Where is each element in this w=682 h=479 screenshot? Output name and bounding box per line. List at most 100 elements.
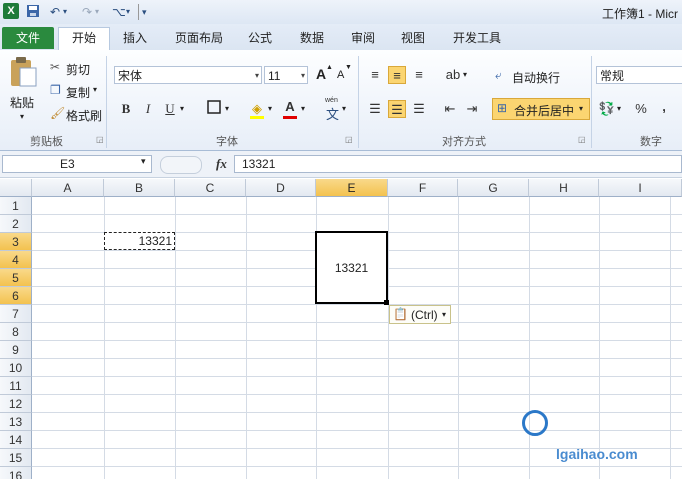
tab-formulas[interactable]: 公式 <box>240 28 280 50</box>
row-header-13[interactable]: 13 <box>0 413 32 431</box>
copy-button[interactable]: 复制 <box>66 84 90 101</box>
orientation-dropdown-icon[interactable]: ▾ <box>463 70 467 79</box>
bold-button[interactable]: B <box>117 100 135 118</box>
merge-dropdown-icon[interactable]: ▾ <box>579 104 583 113</box>
formula-input[interactable] <box>234 155 682 173</box>
column-header-i[interactable]: I <box>599 179 682 197</box>
tab-insert[interactable]: 插入 <box>115 28 155 50</box>
name-box[interactable] <box>2 155 152 173</box>
align-right-icon[interactable]: ☰ <box>410 100 428 118</box>
accounting-format-icon[interactable]: 💱 <box>598 100 616 118</box>
percent-button[interactable]: % <box>632 100 650 118</box>
border-icon[interactable] <box>205 100 223 118</box>
align-middle-icon[interactable]: ≡ <box>388 66 406 84</box>
phonetic-label: wén <box>325 97 338 104</box>
row-header-11[interactable]: 11 <box>0 377 32 395</box>
row-header-5[interactable]: 5 <box>0 269 32 287</box>
font-name-select[interactable]: 宋体 ▾ <box>114 66 262 84</box>
alignment-launcher-icon[interactable]: ◲ <box>578 135 586 144</box>
align-top-icon[interactable]: ≡ <box>366 66 384 84</box>
tab-home[interactable]: 开始 <box>58 27 110 50</box>
font-color-dropdown-icon[interactable]: ▾ <box>301 104 305 113</box>
worksheet-grid[interactable]: A B C D E F G H I 1 2 3 4 5 6 7 8 9 10 1… <box>0 179 682 479</box>
row-header-4[interactable]: 4 <box>0 251 32 269</box>
underline-button[interactable]: U <box>161 100 179 118</box>
row-header-12[interactable]: 12 <box>0 395 32 413</box>
formula-bar-expander[interactable] <box>160 156 202 174</box>
row-header-1[interactable]: 1 <box>0 197 32 215</box>
custom-command-icon[interactable]: ⌥ <box>112 4 126 20</box>
tab-view[interactable]: 视图 <box>393 28 433 50</box>
paste-dropdown-icon[interactable]: ▾ <box>20 112 24 121</box>
name-box-dropdown-icon[interactable]: ▾ <box>141 156 146 167</box>
format-painter-icon[interactable]: 🖌 <box>50 106 65 120</box>
comma-button[interactable]: , <box>655 98 673 116</box>
font-color-icon[interactable]: A <box>281 98 299 116</box>
row-header-6[interactable]: 6 <box>0 287 32 305</box>
row-header-10[interactable]: 10 <box>0 359 32 377</box>
increase-indent-icon[interactable]: ⇥ <box>463 100 481 118</box>
align-center-icon[interactable]: ☰ <box>388 100 406 118</box>
column-header-e[interactable]: E <box>316 179 388 197</box>
wrap-text-icon[interactable]: ⤶ <box>495 68 502 83</box>
paste-button[interactable]: 粘贴 <box>10 94 34 111</box>
tab-developer[interactable]: 开发工具 <box>447 28 507 50</box>
accounting-dropdown-icon[interactable]: ▾ <box>617 104 621 113</box>
redo-dropdown-icon[interactable]: ▾ <box>95 4 99 20</box>
save-icon[interactable] <box>26 4 40 20</box>
underline-dropdown-icon[interactable]: ▾ <box>180 104 184 113</box>
gridline <box>32 340 682 341</box>
clipboard-launcher-icon[interactable]: ◲ <box>96 135 104 144</box>
custom-command-dropdown-icon[interactable]: ▾ <box>126 4 130 20</box>
tab-review[interactable]: 审阅 <box>343 28 383 50</box>
row-header-9[interactable]: 9 <box>0 341 32 359</box>
wrap-text-button[interactable]: 自动换行 <box>512 69 560 86</box>
row-header-15[interactable]: 15 <box>0 449 32 467</box>
copy-dropdown-icon[interactable]: ▾ <box>93 85 97 94</box>
font-launcher-icon[interactable]: ◲ <box>345 135 353 144</box>
column-header-b[interactable]: B <box>104 179 175 197</box>
cut-icon[interactable]: ✂ <box>50 60 60 74</box>
watermark-logo-icon <box>522 410 548 436</box>
column-header-d[interactable]: D <box>246 179 316 197</box>
merge-center-icon: ⊞ <box>497 101 508 115</box>
format-painter-button[interactable]: 格式刷 <box>66 107 102 124</box>
tab-file[interactable]: 文件 <box>2 27 54 49</box>
row-header-8[interactable]: 8 <box>0 323 32 341</box>
column-header-g[interactable]: G <box>458 179 529 197</box>
row-header-2[interactable]: 2 <box>0 215 32 233</box>
shrink-font-button[interactable]: A <box>337 69 344 81</box>
phonetic-dropdown-icon[interactable]: ▾ <box>342 104 346 113</box>
insert-function-icon[interactable]: fx <box>216 156 227 172</box>
undo-dropdown-icon[interactable]: ▾ <box>63 4 67 20</box>
font-size-select[interactable]: 11 ▾ <box>264 66 308 84</box>
decrease-indent-icon[interactable]: ⇤ <box>441 100 459 118</box>
fill-dropdown-icon[interactable]: ▾ <box>268 104 272 113</box>
tab-page-layout[interactable]: 页面布局 <box>168 28 230 50</box>
row-header-7[interactable]: 7 <box>0 305 32 323</box>
redo-icon[interactable]: ↷ <box>82 4 92 20</box>
column-header-c[interactable]: C <box>175 179 246 197</box>
clipboard-group-label: 剪贴板 <box>30 136 63 148</box>
paste-icon[interactable] <box>8 56 40 88</box>
number-format-select[interactable]: 常规 <box>596 66 682 84</box>
phonetic-button[interactable]: 文 <box>326 104 339 123</box>
border-dropdown-icon[interactable]: ▾ <box>225 104 229 113</box>
italic-button[interactable]: I <box>139 100 157 118</box>
row-header-16[interactable]: 16 <box>0 467 32 479</box>
cut-button[interactable]: 剪切 <box>66 61 90 78</box>
customize-qat-icon[interactable]: ▾ <box>142 4 147 20</box>
column-header-h[interactable]: H <box>529 179 599 197</box>
grow-font-button[interactable]: A <box>316 66 326 82</box>
select-all-corner[interactable] <box>0 179 32 197</box>
undo-icon[interactable]: ↶ <box>50 4 60 20</box>
align-bottom-icon[interactable]: ≡ <box>410 66 428 84</box>
column-header-f[interactable]: F <box>388 179 458 197</box>
copy-icon[interactable]: ❐ <box>50 83 61 97</box>
column-header-a[interactable]: A <box>32 179 104 197</box>
row-header-14[interactable]: 14 <box>0 431 32 449</box>
tab-data[interactable]: 数据 <box>292 28 332 50</box>
orientation-icon[interactable]: ab <box>444 66 462 84</box>
row-header-3[interactable]: 3 <box>0 233 32 251</box>
align-left-icon[interactable]: ☰ <box>366 100 384 118</box>
